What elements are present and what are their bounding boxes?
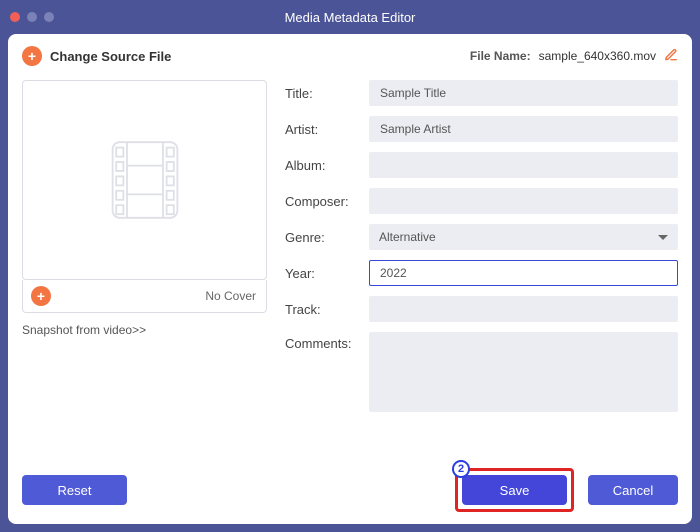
title-input[interactable] — [369, 80, 678, 106]
close-window-button[interactable] — [10, 12, 20, 22]
composer-input[interactable] — [369, 188, 678, 214]
cover-column: + No Cover Snapshot from video>> — [22, 80, 267, 456]
save-highlight-annotation: 2 Save — [455, 468, 574, 512]
cover-box — [22, 80, 267, 280]
window-title: Media Metadata Editor — [0, 10, 700, 25]
plus-icon: + — [22, 46, 42, 66]
album-label: Album: — [285, 158, 359, 173]
comments-row: Comments: — [285, 332, 678, 412]
callout-badge-2: 2 — [452, 460, 470, 478]
genre-row: Genre: Alternative — [285, 224, 678, 250]
genre-label: Genre: — [285, 230, 359, 245]
genre-select[interactable]: Alternative — [369, 224, 678, 250]
track-input[interactable] — [369, 296, 678, 322]
artist-input[interactable] — [369, 116, 678, 142]
artist-label: Artist: — [285, 122, 359, 137]
minimize-window-button[interactable] — [27, 12, 37, 22]
genre-selected-value: Alternative — [379, 230, 436, 244]
track-row: Track: — [285, 296, 678, 322]
metadata-form: Title: Artist: Album: Composer: Genre: — [285, 80, 678, 456]
comments-input[interactable] — [369, 332, 678, 412]
artist-row: Artist: — [285, 116, 678, 142]
title-label: Title: — [285, 86, 359, 101]
composer-row: Composer: — [285, 188, 678, 214]
main-panel: + Change Source File File Name: sample_6… — [8, 34, 692, 524]
comments-label: Comments: — [285, 332, 359, 351]
titlebar: Media Metadata Editor — [0, 0, 700, 34]
filename-value: sample_640x360.mov — [539, 49, 656, 63]
album-row: Album: — [285, 152, 678, 178]
year-label: Year: — [285, 266, 359, 281]
buttonbar: Reset 2 Save Cancel — [22, 468, 678, 512]
add-cover-button[interactable]: + — [31, 286, 51, 306]
edit-filename-icon[interactable] — [664, 48, 678, 65]
title-row: Title: — [285, 80, 678, 106]
year-row: Year: — [285, 260, 678, 286]
window-controls — [10, 12, 54, 22]
year-input[interactable] — [369, 260, 678, 286]
no-cover-label: No Cover — [205, 289, 256, 303]
chevron-down-icon — [658, 235, 668, 240]
topbar: + Change Source File File Name: sample_6… — [22, 46, 678, 66]
filename-label: File Name: — [470, 49, 531, 63]
maximize-window-button[interactable] — [44, 12, 54, 22]
workspace: + Change Source File File Name: sample_6… — [0, 34, 700, 532]
right-buttons: 2 Save Cancel — [455, 468, 678, 512]
change-source-file-label: Change Source File — [50, 49, 171, 64]
filename-area: File Name: sample_640x360.mov — [470, 48, 678, 65]
cancel-button[interactable]: Cancel — [588, 475, 678, 505]
main-row: + No Cover Snapshot from video>> Title: … — [22, 80, 678, 456]
reset-button[interactable]: Reset — [22, 475, 127, 505]
snapshot-from-video-link[interactable]: Snapshot from video>> — [22, 323, 267, 337]
change-source-file-button[interactable]: + Change Source File — [22, 46, 171, 66]
composer-label: Composer: — [285, 194, 359, 209]
filmstrip-icon — [100, 135, 190, 225]
track-label: Track: — [285, 302, 359, 317]
album-input[interactable] — [369, 152, 678, 178]
save-button[interactable]: Save — [462, 475, 567, 505]
add-cover-row: + No Cover — [22, 280, 267, 313]
